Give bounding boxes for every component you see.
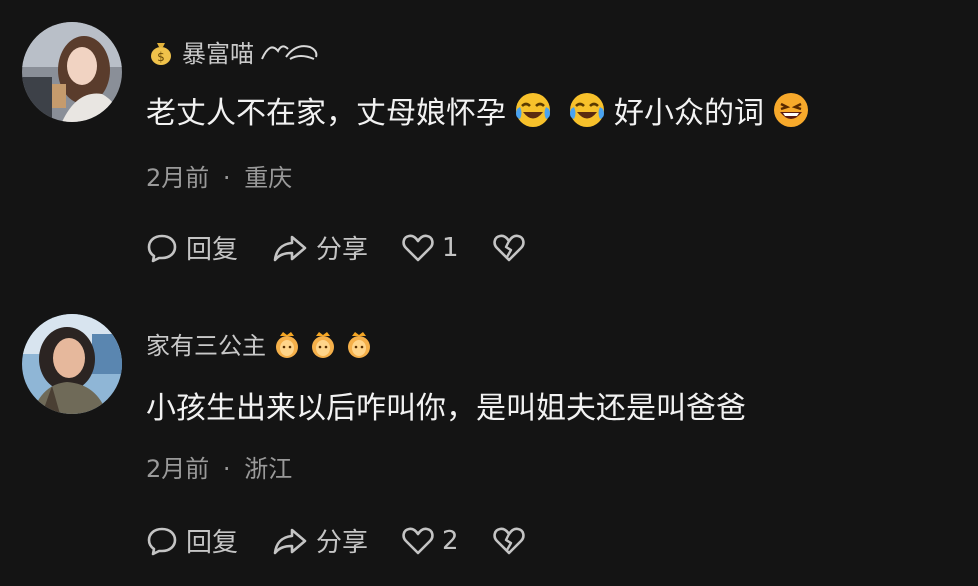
avatar[interactable] (22, 314, 122, 414)
share-icon (273, 235, 307, 261)
comment-meta: 2月前 · 重庆 (146, 158, 292, 193)
comment-meta: 2月前 · 浙江 (146, 449, 292, 484)
broken-heart-icon (492, 234, 525, 261)
share-button[interactable]: 分享 (272, 229, 368, 266)
princess-emoji (312, 331, 334, 358)
reply-icon (147, 234, 177, 262)
comment-time: 2月前 (146, 164, 210, 192)
comment-location: 浙江 (244, 455, 293, 483)
comment-text: 老丈人不在家，丈母娘怀孕 好小众的词 (146, 88, 818, 132)
comment-list: $ 暴富喵 老丈人不在家，丈母娘怀孕 好小众的词 2月前 · 重庆 回复 分享 … (0, 0, 978, 586)
comment-location: 重庆 (244, 164, 293, 192)
reply-icon (147, 527, 177, 555)
like-button[interactable]: 2 (402, 526, 459, 556)
laugh-cry-emoji (570, 93, 604, 127)
username[interactable]: $ 暴富喵 (146, 34, 320, 69)
avatar[interactable] (22, 22, 122, 122)
comment-text-part2: 好小众的词 (614, 96, 764, 131)
heart-icon (402, 234, 434, 261)
share-icon (273, 528, 307, 554)
broken-heart-icon (492, 527, 525, 554)
comment-actions: 回复 分享 2 (146, 522, 559, 559)
meta-separator: · (222, 455, 231, 483)
comment-time: 2月前 (146, 455, 210, 483)
share-label: 分享 (316, 235, 369, 265)
like-count: 1 (442, 232, 459, 263)
dislike-button[interactable] (492, 526, 525, 556)
princess-emoji (276, 331, 298, 358)
reply-button[interactable]: 回复 (146, 229, 238, 266)
like-button[interactable]: 1 (402, 233, 459, 263)
comment-actions: 回复 分享 1 (146, 229, 559, 266)
reply-button[interactable]: 回复 (146, 522, 238, 559)
comment-text-part1: 老丈人不在家，丈母娘怀孕 (146, 96, 506, 131)
wing-decoration-icon (261, 44, 318, 60)
dislike-button[interactable] (492, 233, 525, 263)
meta-separator: · (222, 164, 231, 192)
money-bag-icon: $ (151, 42, 171, 65)
svg-text:$: $ (157, 50, 165, 64)
share-button[interactable]: 分享 (272, 522, 368, 559)
username-text: 暴富喵 (182, 40, 254, 68)
grin-emoji (774, 93, 808, 127)
comment-text: 小孩生出来以后咋叫你，是叫姐夫还是叫爸爸 (146, 383, 746, 427)
reply-label: 回复 (186, 235, 239, 265)
reply-label: 回复 (186, 528, 239, 558)
username[interactable]: 家有三公主 (146, 326, 374, 361)
username-text: 家有三公主 (146, 332, 266, 360)
laugh-cry-emoji (516, 93, 550, 127)
comment-text-body: 小孩生出来以后咋叫你，是叫姐夫还是叫爸爸 (146, 391, 746, 426)
share-label: 分享 (316, 528, 369, 558)
princess-emoji (348, 331, 370, 358)
heart-icon (402, 527, 434, 554)
like-count: 2 (442, 525, 459, 556)
